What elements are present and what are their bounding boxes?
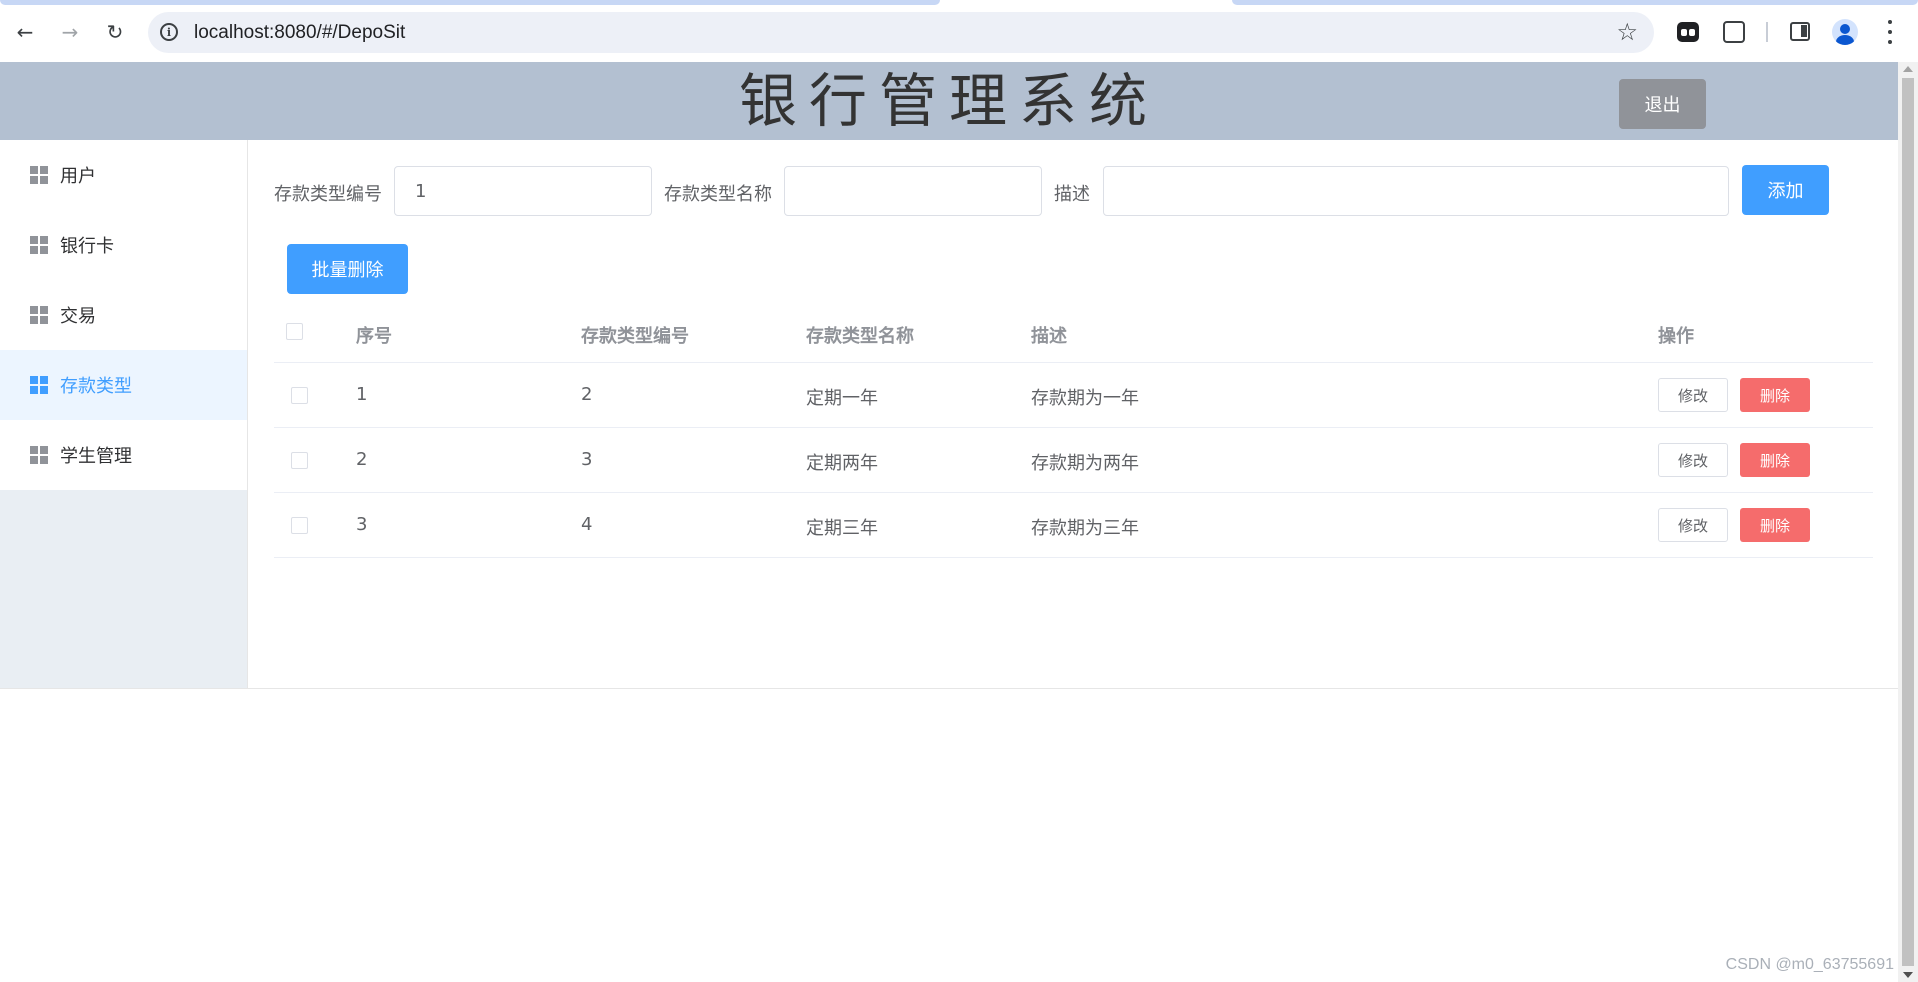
select-all-checkbox[interactable] xyxy=(286,323,303,340)
column-header-actions: 操作 xyxy=(1658,326,1694,347)
logout-button[interactable]: 退出 xyxy=(1619,79,1706,129)
main-content: 存款类型编号 1 存款类型名称 描述 添加 批量删除 序号 存款类型编号 存款类… xyxy=(249,140,1898,688)
scroll-down-arrow-icon[interactable] xyxy=(1903,972,1913,978)
site-info-icon[interactable]: i xyxy=(160,23,178,41)
description-input[interactable] xyxy=(1103,166,1729,216)
grid-menu-icon xyxy=(30,446,48,464)
sidebar-item-label: 学生管理 xyxy=(60,446,132,467)
type-name-input[interactable] xyxy=(784,166,1042,216)
table-row: 1 2 定期一年 存款期为一年 修改 删除 xyxy=(274,363,1873,428)
page-scrollbar[interactable] xyxy=(1898,62,1918,982)
back-icon[interactable]: ← xyxy=(10,17,40,47)
sidebar-item-deposit-type[interactable]: 存款类型 xyxy=(0,350,247,420)
cell-type-name: 定期一年 xyxy=(806,388,878,409)
delete-button[interactable]: 删除 xyxy=(1740,443,1810,477)
column-header-type-id: 存款类型编号 xyxy=(581,326,689,347)
grid-menu-icon xyxy=(30,376,48,394)
sidebar-item-users[interactable]: 用户 xyxy=(0,140,247,210)
bookmark-star-icon[interactable]: ☆ xyxy=(1616,18,1638,46)
description-label: 描述 xyxy=(1054,184,1090,205)
cell-description: 存款期为三年 xyxy=(1031,518,1139,539)
cell-type-id: 2 xyxy=(581,384,593,405)
app-header: 银行管理系统 退出 xyxy=(0,62,1898,140)
page: 银行管理系统 退出 用户 银行卡 交易 存款类型 学生管理 存款类型编号 1 存… xyxy=(0,62,1898,982)
scrollbar-thumb[interactable] xyxy=(1902,78,1914,966)
sidebar-item-label: 银行卡 xyxy=(60,236,114,257)
cell-index: 2 xyxy=(356,449,368,470)
extension-icon[interactable] xyxy=(1677,22,1699,42)
grid-menu-icon xyxy=(30,236,48,254)
sidebar-item-label: 存款类型 xyxy=(60,376,132,397)
sidebar-item-bank-card[interactable]: 银行卡 xyxy=(0,210,247,280)
edit-button[interactable]: 修改 xyxy=(1658,378,1728,412)
sidebar-item-student-management[interactable]: 学生管理 xyxy=(0,420,247,490)
extensions-puzzle-icon[interactable] xyxy=(1723,21,1745,43)
type-id-label: 存款类型编号 xyxy=(274,184,382,205)
forward-icon[interactable]: → xyxy=(55,17,85,47)
cell-type-id: 4 xyxy=(581,514,593,535)
edit-button[interactable]: 修改 xyxy=(1658,443,1728,477)
type-id-input[interactable]: 1 xyxy=(394,166,652,216)
column-header-index: 序号 xyxy=(356,326,392,347)
delete-button[interactable]: 删除 xyxy=(1740,378,1810,412)
row-checkbox[interactable] xyxy=(291,517,308,534)
grid-menu-icon xyxy=(30,306,48,324)
type-name-label: 存款类型名称 xyxy=(664,184,772,205)
browser-toolbar: ← → ↻ i localhost:8080/#/DepoSit ☆ xyxy=(0,0,1918,62)
sidebar: 用户 银行卡 交易 存款类型 学生管理 xyxy=(0,140,248,688)
sidebar-item-transaction[interactable]: 交易 xyxy=(0,280,247,350)
cell-type-id: 3 xyxy=(581,449,593,470)
grid-menu-icon xyxy=(30,166,48,184)
cell-type-name: 定期三年 xyxy=(806,518,878,539)
cell-index: 1 xyxy=(356,384,368,405)
reload-icon[interactable]: ↻ xyxy=(100,17,130,47)
container-bottom-border xyxy=(0,688,1898,689)
scroll-up-arrow-icon[interactable] xyxy=(1903,66,1913,72)
tab-strip xyxy=(0,0,940,5)
toolbar-divider xyxy=(1766,22,1768,42)
table-row: 3 4 定期三年 存款期为三年 修改 删除 xyxy=(274,493,1873,558)
edit-button[interactable]: 修改 xyxy=(1658,508,1728,542)
deposit-type-table: 序号 存款类型编号 存款类型名称 描述 操作 1 2 定期一年 存款期为一年 修… xyxy=(274,305,1873,558)
browser-menu-icon[interactable] xyxy=(1887,20,1893,44)
add-button[interactable]: 添加 xyxy=(1742,165,1829,215)
row-checkbox[interactable] xyxy=(291,387,308,404)
address-bar[interactable]: i localhost:8080/#/DepoSit ☆ xyxy=(148,12,1654,53)
delete-button[interactable]: 删除 xyxy=(1740,508,1810,542)
table-row: 2 3 定期两年 存款期为两年 修改 删除 xyxy=(274,428,1873,493)
tab-strip xyxy=(1232,0,1918,5)
sidebar-item-label: 用户 xyxy=(60,166,96,187)
url-text[interactable]: localhost:8080/#/DepoSit xyxy=(194,22,405,44)
side-panel-icon[interactable] xyxy=(1790,22,1810,41)
column-header-description: 描述 xyxy=(1031,326,1067,347)
row-checkbox[interactable] xyxy=(291,452,308,469)
batch-delete-button[interactable]: 批量删除 xyxy=(287,244,408,294)
sidebar-item-label: 交易 xyxy=(60,306,96,327)
watermark: CSDN @m0_63755691 xyxy=(1725,956,1894,973)
app-title: 银行管理系统 xyxy=(738,67,1159,135)
cell-description: 存款期为一年 xyxy=(1031,388,1139,409)
cell-type-name: 定期两年 xyxy=(806,453,878,474)
column-header-type-name: 存款类型名称 xyxy=(806,326,914,347)
table-header: 序号 存款类型编号 存款类型名称 描述 操作 xyxy=(274,305,1873,363)
profile-avatar-icon[interactable] xyxy=(1832,19,1858,45)
cell-description: 存款期为两年 xyxy=(1031,453,1139,474)
cell-index: 3 xyxy=(356,514,368,535)
